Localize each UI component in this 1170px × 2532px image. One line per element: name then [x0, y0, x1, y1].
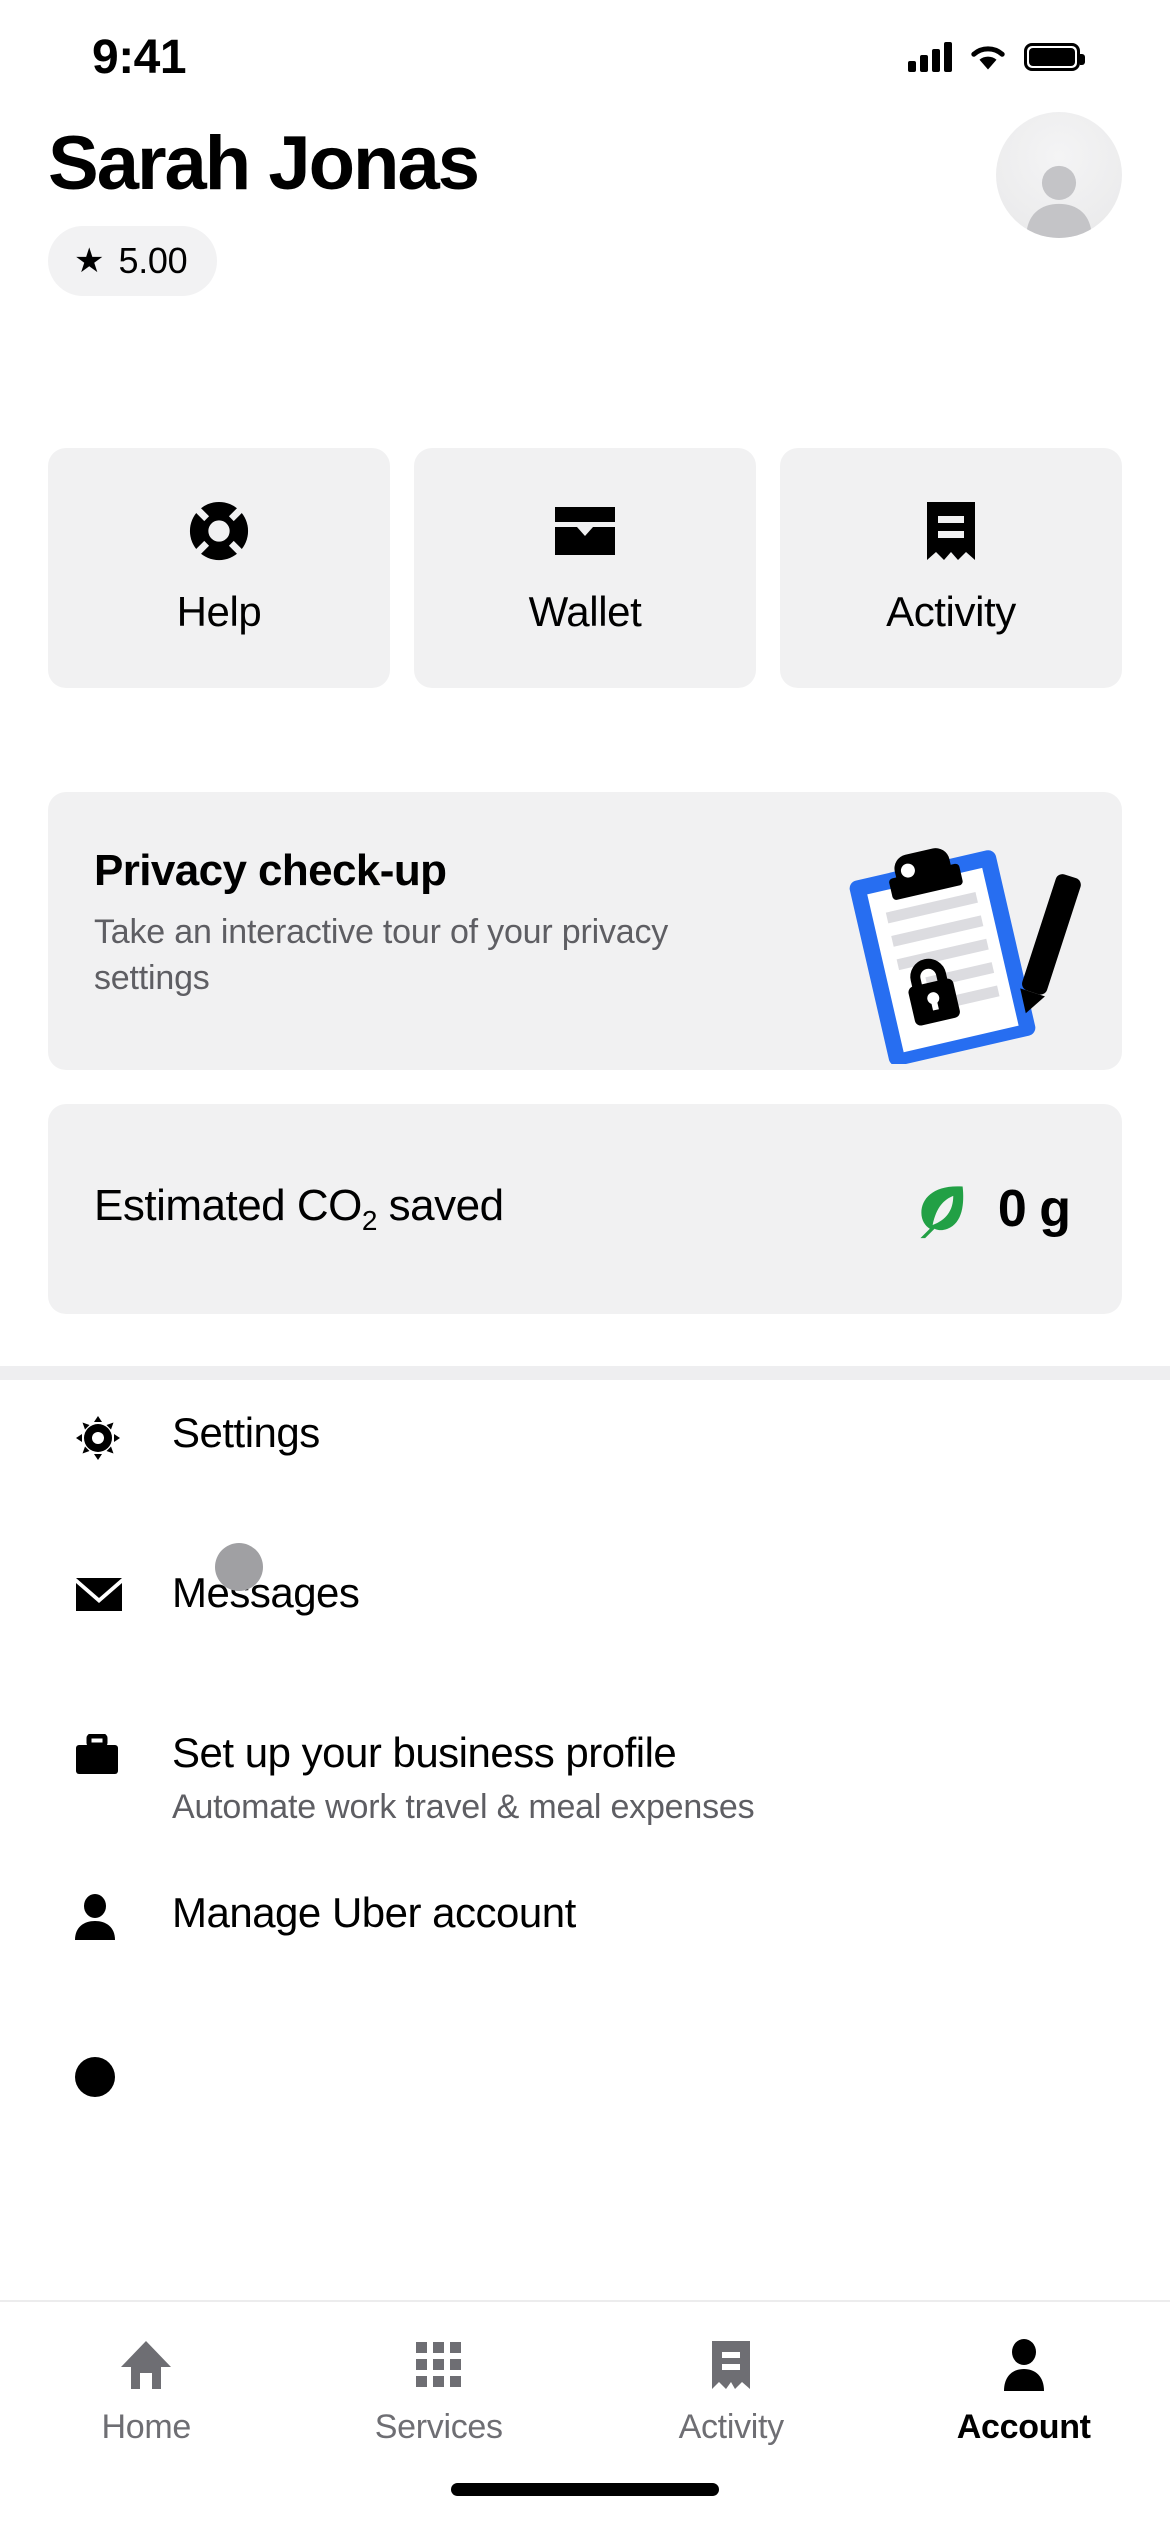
tab-label-services: Services [374, 2408, 503, 2446]
co2-label-suffix: saved [376, 1181, 504, 1231]
tile-wallet[interactable]: Wallet [414, 448, 756, 688]
rating-value: 5.00 [118, 239, 188, 281]
co2-saved-card[interactable]: Estimated CO2 saved 0 g [48, 1104, 1122, 1314]
bottom-tab-bar: Home Services Activity Account [0, 2300, 1170, 2532]
tile-help[interactable]: Help [48, 448, 390, 688]
quick-action-tiles: Help Wallet Activity [48, 448, 1122, 688]
tab-label-activity: Activity [678, 2408, 785, 2446]
privacy-checkup-card[interactable]: Privacy check-up Take an interactive tou… [48, 792, 1122, 1070]
tile-label-wallet: Wallet [528, 588, 642, 635]
menu-title-manage-account: Manage Uber account [172, 1889, 576, 1936]
tile-label-help: Help [176, 588, 262, 635]
clipped-row-icon [48, 2020, 172, 2100]
grid-icon [414, 2336, 464, 2394]
menu-text-messages: Messages [172, 1540, 360, 1618]
touch-indicator [215, 1543, 263, 1591]
co2-value-group: 0 g [912, 1179, 1071, 1239]
leaf-icon [920, 1186, 964, 1239]
avatar-person-icon [1026, 165, 1092, 238]
home-icon [119, 2336, 173, 2394]
page-title: Sarah Jonas [48, 121, 480, 206]
co2-card-label: Estimated CO2 saved [94, 1181, 504, 1237]
battery-icon [1024, 43, 1085, 71]
person-icon [48, 1860, 172, 1940]
tile-activity[interactable]: Activity [780, 448, 1122, 688]
menu-subtitle-business-profile: Automate work travel & meal expenses [172, 1788, 755, 1827]
name-block: Sarah Jonas ★ 5.00 [48, 108, 480, 296]
tab-label-account: Account [956, 2408, 1091, 2446]
receipt-icon [709, 2336, 753, 2394]
section-divider [0, 1366, 1170, 1380]
avatar[interactable] [996, 112, 1122, 238]
lifebuoy-icon [188, 500, 250, 562]
status-bar-indicators [908, 42, 1085, 72]
status-bar: 9:41 [0, 0, 1170, 100]
menu-item-settings[interactable]: Settings [0, 1380, 1170, 1540]
co2-label-subscript: 2 [361, 1204, 378, 1236]
menu-item-partially-visible[interactable] [0, 2020, 1170, 2180]
clipboard-lock-pen-illustration [849, 848, 1081, 1064]
person-icon [1002, 2336, 1046, 2394]
receipt-icon [924, 500, 978, 562]
cellular-signal-icon [908, 42, 952, 72]
menu-title-messages: Messages [172, 1569, 360, 1616]
home-indicator[interactable] [451, 2483, 719, 2496]
menu-item-business-profile[interactable]: Set up your business profile Automate wo… [0, 1700, 1170, 1860]
tab-label-home: Home [101, 2408, 192, 2446]
tab-home[interactable]: Home [0, 2336, 293, 2447]
tab-activity[interactable]: Activity [585, 2336, 878, 2447]
tab-services[interactable]: Services [293, 2336, 586, 2447]
wifi-icon [971, 46, 1005, 70]
profile-header: Sarah Jonas ★ 5.00 [0, 108, 1170, 296]
briefcase-icon [48, 1700, 172, 1776]
star-icon: ★ [74, 241, 105, 280]
gear-icon [48, 1380, 172, 1462]
menu-text-settings: Settings [172, 1380, 320, 1458]
rating-badge[interactable]: ★ 5.00 [48, 225, 218, 296]
menu-title-business-profile: Set up your business profile [172, 1729, 677, 1776]
menu-item-messages[interactable]: Messages [0, 1540, 1170, 1700]
tile-label-activity: Activity [886, 588, 1016, 635]
tab-account[interactable]: Account [878, 2336, 1170, 2447]
app-screen: 9:41 Sarah Jonas ★ 5.00 Help Wallet Acti… [0, 0, 1170, 2532]
account-menu-list: Settings Messages Set up your business p… [0, 1380, 1170, 2226]
co2-value: 0 g [997, 1180, 1071, 1238]
menu-text-manage-account: Manage Uber account [172, 1860, 576, 1938]
privacy-card-subtitle: Take an interactive tour of your privacy… [94, 913, 669, 997]
status-bar-time: 9:41 [92, 30, 187, 84]
wallet-icon [553, 500, 617, 562]
co2-label-prefix: Estimated CO [94, 1181, 362, 1231]
menu-text-business-profile: Set up your business profile Automate wo… [172, 1700, 755, 1827]
envelope-icon [48, 1540, 172, 1614]
menu-item-manage-account[interactable]: Manage Uber account [0, 1860, 1170, 2020]
menu-title-settings: Settings [172, 1409, 320, 1456]
